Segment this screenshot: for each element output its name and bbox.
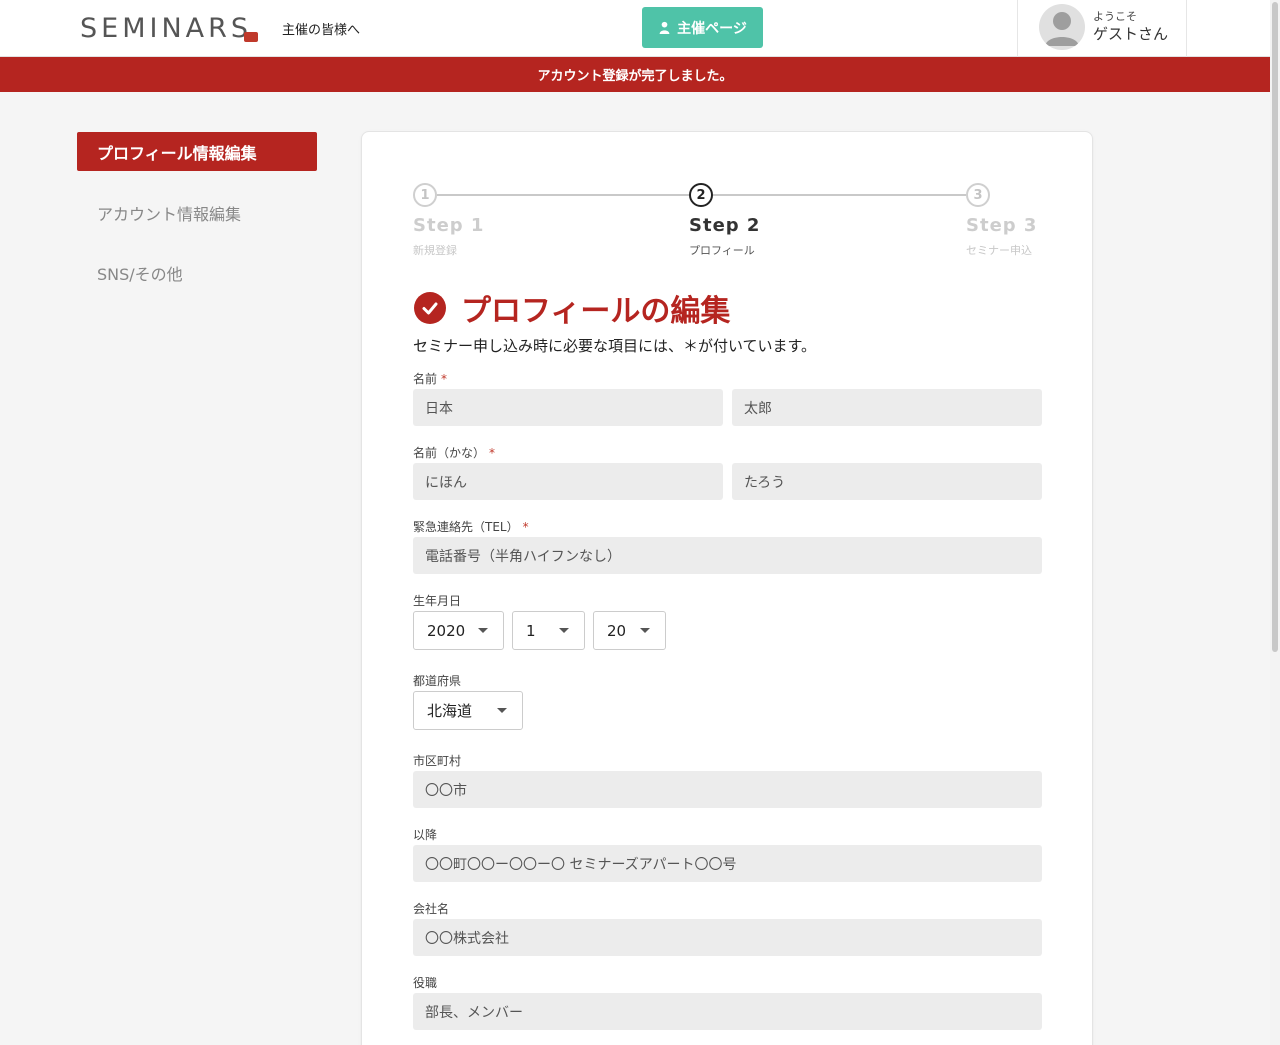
step-3-sub: セミナー申込 — [966, 244, 1032, 257]
user-icon — [659, 21, 670, 34]
prefecture-select[interactable]: 北海道 — [413, 691, 523, 730]
page-title: プロフィールの編集 — [461, 294, 731, 329]
position-label: 役職 — [413, 976, 438, 990]
host-page-button-label: 主催ページ — [677, 20, 747, 37]
tel-label: 緊急連絡先（TEL） * — [413, 520, 529, 534]
address-label: 以降 — [413, 828, 438, 842]
avatar — [1039, 4, 1085, 50]
step-3-title: Step 3 — [966, 215, 1038, 236]
user-name: ゲストさん — [1093, 25, 1169, 43]
required-mark: * — [489, 446, 496, 460]
host-page-button[interactable]: 主催ページ — [642, 7, 763, 48]
address-field[interactable]: 〇〇町〇〇ー〇〇ー〇 セミナーズアパート〇〇号 — [413, 845, 1042, 882]
birth-month-value: 1 — [526, 621, 536, 640]
logo-badge — [244, 32, 259, 42]
success-banner: アカウント登録が完了しました。 — [0, 57, 1270, 92]
welcome-text: ようこそ — [1093, 10, 1137, 23]
sidebar-item-account[interactable]: アカウント情報編集 — [97, 201, 241, 225]
birth-label: 生年月日 — [413, 594, 462, 608]
birth-year-value: 2020 — [427, 621, 466, 640]
first-name-kana-field[interactable]: たろう — [732, 463, 1042, 500]
birth-day-select[interactable]: 20 — [593, 611, 666, 650]
required-mark: * — [522, 520, 529, 534]
prefecture-label: 都道府県 — [413, 674, 462, 688]
step-2-sub: プロフィール — [689, 244, 755, 257]
step-3-circle: 3 — [966, 183, 990, 207]
step-connector — [713, 194, 966, 196]
caret-down-icon — [559, 628, 569, 633]
top-header: SEMINARS 主催の皆様へ 主催ページ ようこそ ゲストさん — [0, 0, 1270, 57]
caret-down-icon — [497, 708, 507, 713]
host-link[interactable]: 主催の皆様へ — [282, 19, 360, 38]
city-label: 市区町村 — [413, 754, 462, 768]
caret-down-icon — [478, 628, 488, 633]
step-1-circle: 1 — [413, 183, 437, 207]
avatar-icon — [1045, 12, 1079, 46]
required-mark: * — [441, 372, 448, 386]
user-menu[interactable]: ようこそ ゲストさん — [1017, 0, 1187, 57]
sidebar-item-sns[interactable]: SNS/その他 — [97, 261, 183, 285]
city-field[interactable]: 〇〇市 — [413, 771, 1042, 808]
tel-field[interactable]: 電話番号（半角ハイフンなし） — [413, 537, 1042, 574]
caret-down-icon — [640, 628, 650, 633]
last-name-field[interactable]: 日本 — [413, 389, 723, 426]
last-name-kana-field[interactable]: にほん — [413, 463, 723, 500]
check-circle-icon — [414, 292, 446, 324]
step-connector — [437, 194, 689, 196]
company-field[interactable]: 〇〇株式会社 — [413, 919, 1042, 956]
name-label: 名前 * — [413, 372, 448, 386]
position-field[interactable]: 部長、メンバー — [413, 993, 1042, 1030]
scrollbar[interactable] — [1270, 0, 1280, 1045]
company-label: 会社名 — [413, 902, 450, 916]
form-lead: セミナー申し込み時に必要な項目には、＊が付いています。 — [413, 337, 817, 355]
prefecture-value: 北海道 — [427, 702, 473, 720]
kana-label: 名前（かな） * — [413, 446, 496, 460]
step-2-title: Step 2 — [689, 215, 761, 236]
logo-text: SEMINARS — [80, 12, 253, 44]
birth-year-select[interactable]: 2020 — [413, 611, 504, 650]
sidebar-item-profile[interactable]: プロフィール情報編集 — [77, 132, 317, 171]
step-1-title: Step 1 — [413, 215, 485, 236]
profile-card: 1 2 3 Step 1 Step 2 Step 3 新規登録 プロフィール セ… — [361, 131, 1093, 1045]
step-1-sub: 新規登録 — [413, 244, 457, 257]
first-name-field[interactable]: 太郎 — [732, 389, 1042, 426]
birth-day-value: 20 — [607, 621, 627, 640]
birth-month-select[interactable]: 1 — [512, 611, 585, 650]
seminars-logo[interactable]: SEMINARS — [80, 12, 259, 44]
scroll-thumb[interactable] — [1272, 2, 1278, 652]
step-2-circle: 2 — [689, 183, 713, 207]
